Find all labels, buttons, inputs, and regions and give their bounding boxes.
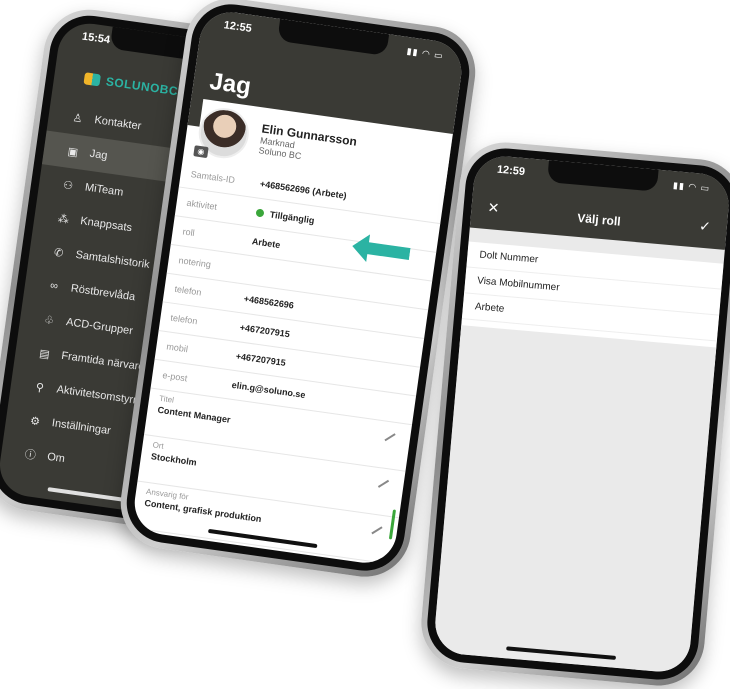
logo-mark-icon (83, 72, 101, 87)
row-value: +467207915 (239, 322, 291, 340)
row-value: Tillgänglig (269, 209, 316, 226)
menu-item-label: ACD-Grupper (65, 316, 134, 338)
person-icon: ♙ (71, 111, 84, 125)
row-label: mobil (165, 341, 189, 355)
row-value: +468562696 (Arbete) (259, 178, 348, 201)
row-label: notering (177, 255, 212, 270)
menu-item-label: Samtalshistorik (74, 248, 151, 272)
phone-valj-roll: 12:59 ▮▮ ◠ ▭ ✕ Välj roll ✓ Dolt Nummer V… (417, 138, 730, 689)
keypad-icon: ⁂ (57, 212, 70, 226)
row-value: elin.g@soluno.se (231, 379, 307, 401)
routing-icon: ⚲ (34, 381, 45, 395)
option-label: Visa Mobilnummer (476, 275, 560, 294)
menu-item-label: Jag (88, 147, 109, 163)
info-icon: ⓘ (23, 448, 37, 463)
camera-icon[interactable]: ◉ (193, 145, 209, 159)
page-title: Jag (207, 67, 253, 101)
id-card-icon: ▣ (66, 145, 79, 159)
row-label: telefon (169, 312, 199, 327)
row-label: telefon (173, 283, 203, 298)
row-value: Arbete (251, 236, 281, 251)
menu-item-label: Kontakter (93, 114, 143, 133)
menu-item-label: Röstbrevlåda (70, 282, 136, 304)
profile-info: Elin Gunnarsson Marknad Soluno BC (258, 121, 358, 168)
roll-screen: 12:59 ▮▮ ◠ ▭ ✕ Välj roll ✓ Dolt Nummer V… (432, 153, 730, 675)
acd-group-icon: ♧ (43, 313, 55, 327)
menu-item-label: Om (46, 450, 66, 466)
gear-icon: ⚙ (29, 414, 41, 428)
status-time: 15:54 (81, 30, 111, 47)
menu-item-label: Framtida närvaro (60, 349, 146, 374)
jag-screen: 12:55 ▮▮ ◠ ▭ Jag ◉ Elin Gunnarsson Markn… (130, 8, 466, 567)
team-icon: ⚇ (62, 178, 74, 193)
option-label: Arbete (474, 301, 505, 315)
row-label: aktivitet (186, 197, 218, 212)
menu-item-label: Inställningar (51, 417, 112, 438)
row-label: roll (181, 226, 196, 239)
menu-item-label: MiTeam (84, 181, 125, 199)
calendar-icon: ▤ (38, 347, 51, 361)
row-label: e-post (161, 370, 188, 384)
status-time: 12:59 (496, 163, 526, 179)
status-dot-icon (255, 208, 265, 218)
menu-item-label: Knappsats (79, 215, 133, 235)
soluno-logo: SOLUNOBC (83, 71, 179, 98)
call-history-icon: ✆ (53, 246, 65, 260)
avatar[interactable]: ◉ (193, 104, 252, 162)
option-label: Dolt Nummer (478, 249, 539, 266)
logo-text: SOLUNOBC (105, 74, 180, 99)
row-value: +468562696 (243, 293, 295, 311)
details-list: Samtals-ID +468562696 (Arbete) aktivitet T… (130, 158, 445, 567)
voicemail-icon: ∞ (49, 279, 59, 293)
confirm-check-icon[interactable]: ✓ (698, 218, 711, 236)
row-value: +467207915 (235, 351, 287, 368)
empty-area (432, 325, 717, 675)
row-label: Samtals-ID (190, 169, 236, 186)
